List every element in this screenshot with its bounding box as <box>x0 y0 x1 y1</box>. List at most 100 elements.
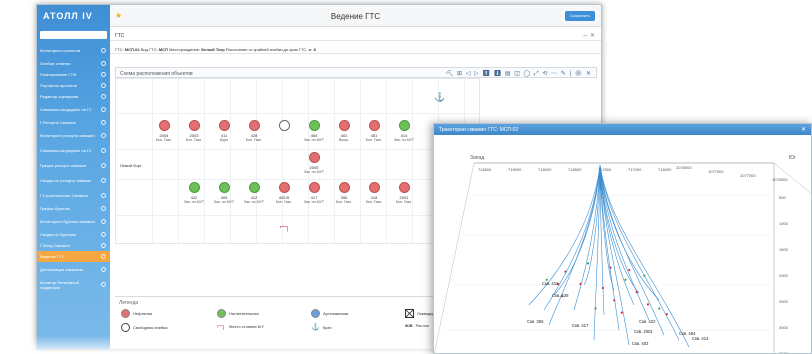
sidebar-item-label: Редактор сценариев <box>40 94 79 99</box>
well-cell[interactable]: 451 Кон. Газл. <box>361 120 387 142</box>
legend-oil-label: Нефтяная <box>133 311 152 316</box>
well-cell[interactable]: 2001 Кон. Газл. <box>391 182 417 204</box>
sidebar-item[interactable]: Ведение ГТС <box>37 251 110 262</box>
circle-icon <box>101 193 106 198</box>
artesian-well-icon <box>311 309 320 318</box>
sidebar-item[interactable]: Скважины-кандидаты на ГС <box>37 143 110 158</box>
layout-toolbar[interactable]: ⛏ ⊞ ◁ ▷ ⬆ ⬇ ▤ ◫ ◯ ⤢ ⟲ ⋯ ✎ | ⚙ ✕ <box>446 70 592 78</box>
circle-icon <box>101 206 106 211</box>
sidebar-item[interactable]: Г.Фонд Скважин <box>37 240 110 251</box>
top-axis-ticks: 716500 719000 718000 718500 717500 717000 7160… <box>478 167 672 172</box>
legend-liquidated: Ликвидир. <box>405 309 436 318</box>
legend-pipe-label: Раслоп <box>415 323 430 328</box>
sidebar-item[interactable]: Сводка по репорту скважин <box>37 173 110 188</box>
sidebar-item[interactable]: Мониторинг проектов <box>37 43 110 58</box>
trajectory-marker <box>646 303 650 306</box>
trajectory-line <box>599 164 660 301</box>
save-button[interactable]: Сохранить <box>565 11 595 21</box>
crane-icon[interactable]: ⚓ <box>434 92 445 103</box>
gts-key: ГТС: <box>115 47 124 52</box>
legend-artesian: Артезианская <box>311 309 348 318</box>
well-cell[interactable]: 2003 Кон. Газл. <box>181 120 207 142</box>
sidebar-item[interactable]: График репорта скважин <box>37 158 110 173</box>
trajectory-marker <box>586 262 590 265</box>
well-cell[interactable]: 417 Зак. по МУТ <box>301 182 327 204</box>
sidebar-item[interactable]: Сводка по бурению <box>37 229 110 240</box>
sidebar-item[interactable]: Мониторинг бурения скважин <box>37 214 110 229</box>
well-status-icon <box>368 120 380 131</box>
legend-pump-place-label: Место стояния Б/У <box>229 324 264 329</box>
sidebar-item[interactable]: Особые отметки <box>37 58 110 69</box>
well-cell[interactable] <box>271 120 297 133</box>
sidebar-item-label: Мониторинг проектов <box>40 48 81 53</box>
close-icon[interactable]: ✕ <box>801 126 806 133</box>
well-type: Зак. по МУТ <box>183 200 205 204</box>
well-type: Кон. Газл. <box>185 138 203 142</box>
sidebar-item[interactable]: Скважины-кандидаты на ГС <box>37 102 110 117</box>
tick-label: 719000 <box>508 167 522 172</box>
circle-icon <box>101 178 106 183</box>
grid-line <box>334 79 335 243</box>
sidebar-item[interactable]: Г.Репорты Скважин <box>37 117 110 128</box>
circle-icon <box>101 133 106 138</box>
grid-line <box>256 79 257 243</box>
sidebar-item[interactable]: Детализация скважины <box>37 262 110 277</box>
sidebar-item[interactable]: Редактор сценариев <box>37 91 110 102</box>
sidebar-item-label: Г.Фонд Скважин <box>40 243 70 248</box>
well-status-icon <box>338 182 350 193</box>
well-status-icon <box>308 182 320 193</box>
trajectory-marker <box>579 282 582 285</box>
well-status-icon <box>398 120 410 131</box>
sidebar-item[interactable]: Портфель проектов <box>37 80 110 91</box>
well-cell[interactable]: 405 В Кон. Газл. <box>271 182 297 204</box>
trajectory-lines <box>528 164 690 348</box>
tick-label: 1076500 <box>772 177 788 182</box>
pump-place-icon: ⌐┐ <box>217 323 227 330</box>
gts-section-icons[interactable]: ⇔ ✕ <box>582 32 595 39</box>
tick-label: 1000 <box>779 221 789 226</box>
circle-icon <box>101 232 106 237</box>
sidebar-item[interactable]: Г.Строительство Скважин <box>37 188 110 203</box>
legend-free-cell: Свободная ячейка <box>121 323 167 332</box>
trajectory-line <box>599 164 650 321</box>
well-cell[interactable]: 428 Кон. Газл. <box>241 120 267 142</box>
popup-title: Траектории скважин ГТС: МСП-02 <box>439 127 519 133</box>
well-status-icon <box>368 182 380 193</box>
sidebar-item[interactable]: Мониторинг репорта скважин <box>37 128 110 143</box>
well-status-icon <box>218 182 230 193</box>
sidebar-item-label: Сводка по репорту скважин <box>40 178 92 183</box>
app-logo: АТОЛЛ IV <box>43 11 93 21</box>
well-cell[interactable]: 2004 Кон. Газл. <box>151 120 177 142</box>
well-cell[interactable]: 409 Зак. по МУТ <box>211 182 237 204</box>
oil-well-icon <box>121 309 130 318</box>
well-type: Кон. Газл. <box>245 138 263 142</box>
grid-line <box>178 79 179 243</box>
well-cell[interactable]: 422 Зак. по МУТ <box>181 182 207 204</box>
pump-unit-icon[interactable]: ⌐┐ <box>280 222 290 231</box>
well-cell[interactable]: 356 Кон. Газл. <box>331 182 357 204</box>
well-cell[interactable]: 412 Зак. по МУТ <box>241 182 267 204</box>
well-cell[interactable]: 411 Бурн <box>211 120 237 142</box>
well-cell[interactable]: 402 Воош. <box>331 120 357 142</box>
well-type: Зак. по МУТ <box>243 200 265 204</box>
sidebar-item[interactable]: Планирование ГТМ <box>37 69 110 80</box>
trajectory-marker <box>658 307 661 310</box>
well-type: Кон. Газл. <box>365 138 383 142</box>
gts-info-line: ГТС: МСП-02 Вид ГТС: МСП Месторождение: … <box>110 44 601 54</box>
trajectory-3d-plot[interactable]: Запад Юг 716500 719000 718000 718500 717500 7… <box>434 135 812 354</box>
well-cell[interactable]: 414 Зак. по МУТ <box>391 120 417 142</box>
well-layout-grid: Левый борт <box>115 78 480 244</box>
sidebar-item[interactable]: Монитор Негативной поддержки <box>37 277 110 292</box>
well-status-icon <box>338 120 350 131</box>
trajectory-marker <box>594 307 597 310</box>
well-cell[interactable]: 418 Кон. Газл. <box>361 182 387 204</box>
sidebar-item-label: Ведение ГТС <box>40 254 65 259</box>
well-cell[interactable]: 2005 Зак. по МУТ <box>301 152 327 174</box>
sidebar-item[interactable]: График бурения <box>37 203 110 214</box>
sidebar-search-input[interactable] <box>40 31 107 39</box>
grid-line <box>116 149 479 150</box>
free-cell-icon <box>121 323 130 332</box>
crane-legend-icon: ⚓ <box>311 324 320 331</box>
well-cell[interactable]: 464 Зак. по МУТ <box>301 120 327 142</box>
legend-crane-label: Кран <box>322 324 332 330</box>
